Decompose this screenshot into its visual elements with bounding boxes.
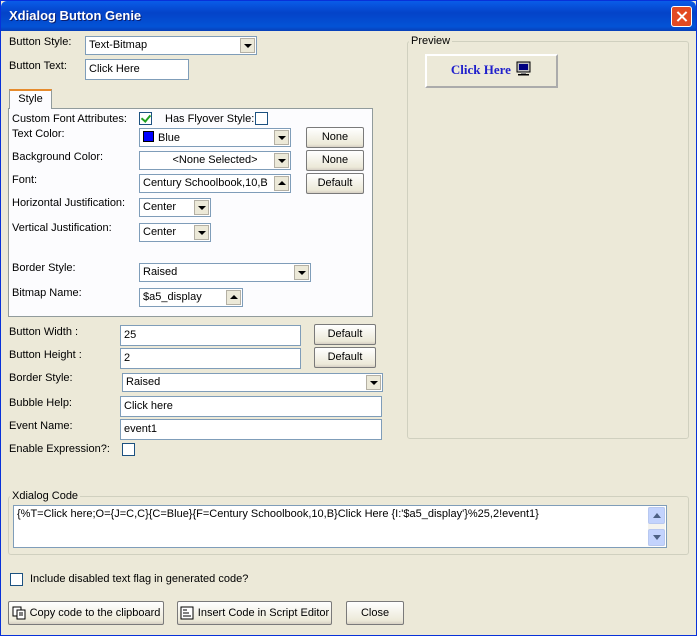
bitmap-select[interactable]: $a5_display xyxy=(139,288,243,307)
enable-expr-label: Enable Expression?: xyxy=(9,443,110,455)
font-value: Century Schoolbook,10,B xyxy=(143,177,268,189)
bg-color-none-button[interactable]: None xyxy=(306,150,364,171)
chevron-down-icon[interactable] xyxy=(274,130,289,145)
chevron-down-icon[interactable] xyxy=(274,153,289,168)
height-default-button[interactable]: Default xyxy=(314,347,376,368)
bitmap-value: $a5_display xyxy=(143,291,202,303)
width-default-button[interactable]: Default xyxy=(314,324,376,345)
code-text: {%T=Click here;O={J=C,C}{C=Blue}{F=Centu… xyxy=(17,508,539,520)
close-button[interactable]: Close xyxy=(346,601,404,625)
copy-code-button[interactable]: Copy code to the clipboard xyxy=(8,601,164,625)
style-border-select[interactable]: Raised xyxy=(139,263,311,282)
h-just-value: Center xyxy=(143,201,177,213)
close-window-button[interactable] xyxy=(671,6,692,27)
chevron-up-icon[interactable] xyxy=(226,290,241,305)
border-style-value: Raised xyxy=(126,376,161,388)
h-just-label: Horizontal Justification: xyxy=(12,197,126,209)
height-label: Button Height : xyxy=(9,349,82,361)
custom-font-label: Custom Font Attributes: xyxy=(12,113,127,125)
preview-button-text: Click Here xyxy=(450,62,511,77)
bg-color-value: <None Selected> xyxy=(172,154,258,166)
include-disabled-checkbox[interactable] xyxy=(10,573,23,586)
preview-label: Preview xyxy=(409,35,453,47)
button-width-input[interactable]: 25 xyxy=(120,325,301,346)
text-color-value: Blue xyxy=(158,132,181,144)
border-style-label: Border Style: xyxy=(12,262,76,274)
insert-code-button[interactable]: Insert Code in Script Editor xyxy=(177,601,332,625)
button-style-label: Button Style: xyxy=(9,36,72,48)
script-editor-icon xyxy=(180,606,194,620)
chevron-down-icon[interactable] xyxy=(240,38,255,53)
enable-expression-checkbox[interactable] xyxy=(122,443,135,456)
monitor-icon xyxy=(516,61,531,76)
font-default-button[interactable]: Default xyxy=(306,173,364,194)
custom-font-checkbox[interactable] xyxy=(139,112,152,125)
v-just-value: Center xyxy=(143,226,177,238)
bg-color-select[interactable]: <None Selected> xyxy=(139,151,291,170)
bubble-help-input[interactable]: Click here xyxy=(120,396,382,417)
preview-button[interactable]: Click Here xyxy=(425,54,558,88)
button-style-select[interactable]: Text-Bitmap xyxy=(85,36,257,55)
copy-code-label: Copy code to the clipboard xyxy=(29,607,161,619)
bitmap-label: Bitmap Name: xyxy=(12,287,82,299)
text-color-none-button[interactable]: None xyxy=(306,127,364,148)
preview-group xyxy=(407,41,689,439)
scroll-down-icon[interactable] xyxy=(648,529,665,546)
include-disabled-label: Include disabled text flag in generated … xyxy=(30,573,249,585)
flyover-checkbox[interactable] xyxy=(255,112,268,125)
color-swatch-icon xyxy=(143,131,154,142)
width-label: Button Width : xyxy=(9,326,79,338)
v-just-select[interactable]: Center xyxy=(139,223,211,242)
window-title: Xdialog Button Genie xyxy=(9,8,142,23)
button-height-input[interactable]: 2 xyxy=(120,348,301,369)
event-name-input[interactable]: event1 xyxy=(120,419,382,440)
chevron-down-icon[interactable] xyxy=(194,200,209,215)
flyover-label: Has Flyover Style: xyxy=(165,113,255,125)
button-text-input[interactable]: Click Here xyxy=(85,59,189,80)
font-select[interactable]: Century Schoolbook,10,B xyxy=(139,174,291,193)
bubble-label: Bubble Help: xyxy=(9,397,72,409)
h-just-select[interactable]: Center xyxy=(139,198,211,217)
text-color-select[interactable]: Blue xyxy=(139,128,291,147)
dialog-window: Xdialog Button Genie Button Style: Text-… xyxy=(0,0,697,636)
chevron-down-icon[interactable] xyxy=(366,375,381,390)
chevron-down-icon[interactable] xyxy=(294,265,309,280)
v-just-label: Vertical Justification: xyxy=(12,222,112,234)
chevron-up-icon[interactable] xyxy=(274,176,289,191)
style-border-value: Raised xyxy=(143,266,178,278)
button-style-value: Text-Bitmap xyxy=(89,39,148,51)
button-text-label: Button Text: xyxy=(9,60,67,72)
bg-color-label: Background Color: xyxy=(12,151,104,163)
lower-border-style-label: Border Style: xyxy=(9,372,73,384)
border-style-select[interactable]: Raised xyxy=(122,373,383,392)
insert-code-label: Insert Code in Script Editor xyxy=(197,607,330,619)
code-scrollbar[interactable] xyxy=(648,507,665,546)
code-label: Xdialog Code xyxy=(10,490,81,502)
event-label: Event Name: xyxy=(9,420,73,432)
copy-icon xyxy=(12,606,26,620)
scroll-up-icon[interactable] xyxy=(648,507,665,524)
text-color-label: Text Color: xyxy=(12,128,65,140)
code-textarea[interactable]: {%T=Click here;O={J=C,C}{C=Blue}{F=Centu… xyxy=(13,505,667,548)
chevron-down-icon[interactable] xyxy=(194,225,209,240)
font-label: Font: xyxy=(12,174,38,186)
title-bar[interactable]: Xdialog Button Genie xyxy=(1,1,696,31)
tab-style[interactable]: Style xyxy=(9,89,52,109)
